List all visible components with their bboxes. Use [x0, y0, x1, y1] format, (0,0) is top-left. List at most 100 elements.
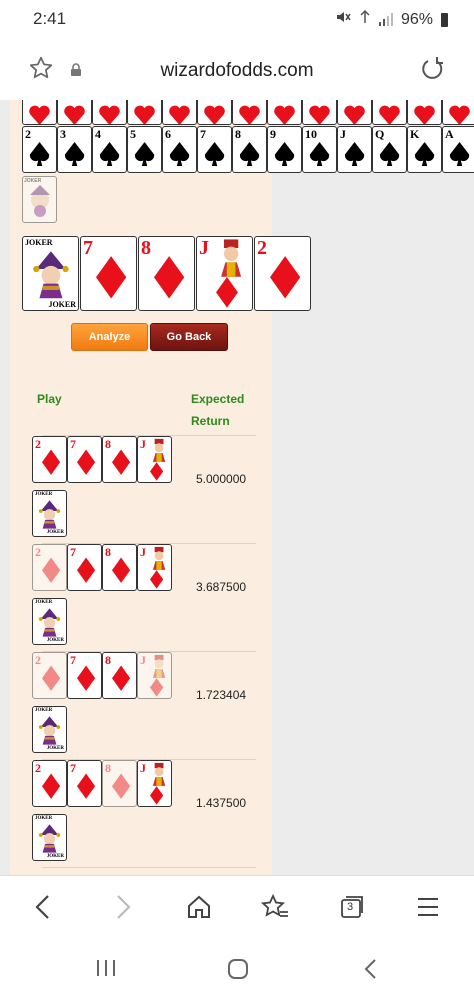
play-card[interactable]: J — [137, 652, 172, 699]
play-card[interactable]: 7 — [67, 544, 102, 591]
deck-card-hearts[interactable] — [267, 100, 302, 125]
play-card[interactable]: 2 — [32, 760, 67, 807]
play-card[interactable]: 7 — [67, 760, 102, 807]
play-card[interactable]: JOKER JOKER — [32, 706, 67, 753]
deck-card-hearts[interactable] — [372, 100, 407, 125]
jack-face-icon — [150, 546, 168, 576]
deck-card-hearts[interactable] — [162, 100, 197, 125]
card-rank: J — [140, 761, 146, 775]
tabs-icon[interactable]: 3 — [338, 893, 366, 926]
heart-icon — [378, 105, 401, 124]
deck-card-spades[interactable]: J — [337, 126, 372, 173]
heart-icon — [238, 105, 261, 124]
spade-icon — [343, 141, 366, 172]
menu-icon[interactable] — [416, 893, 440, 926]
deck-card-hearts[interactable] — [232, 100, 267, 125]
deck-card-spades[interactable]: Q — [372, 126, 407, 173]
spade-icon — [238, 141, 261, 172]
play-card[interactable]: 8 — [102, 436, 137, 483]
spade-icon — [448, 141, 471, 172]
diamond-icon — [112, 554, 131, 590]
spade-icon — [63, 141, 86, 172]
browser-address-bar[interactable]: wizardofodds.com — [0, 40, 474, 100]
play-card[interactable]: JOKER JOKER — [32, 598, 67, 645]
home-icon[interactable] — [185, 893, 213, 926]
deck-card-spades[interactable]: K — [407, 126, 442, 173]
play-card[interactable]: 2 — [32, 652, 67, 699]
play-card[interactable]: J — [137, 544, 172, 591]
card-rank: 8 — [105, 761, 111, 775]
play-card[interactable]: JOKER JOKER — [32, 814, 67, 861]
deck-card-spades[interactable]: 10 — [302, 126, 337, 173]
deck-card-spades[interactable]: 2 — [22, 126, 57, 173]
deck-card-hearts[interactable] — [337, 100, 372, 125]
play-card[interactable]: 2 — [32, 544, 67, 591]
heart-icon — [448, 105, 471, 124]
hand-card[interactable]: J — [196, 236, 253, 311]
jack-face-icon — [216, 238, 246, 283]
hand-card[interactable]: 7 — [80, 236, 137, 311]
status-bar: 2:41 96% — [0, 0, 474, 40]
deck-card-spades[interactable]: 3 — [57, 126, 92, 173]
battery-percent: 96% — [400, 10, 433, 28]
diamond-icon — [42, 770, 61, 806]
card-rank: 7 — [70, 545, 76, 559]
battery-icon — [441, 12, 448, 27]
deck-card-hearts[interactable] — [442, 100, 474, 125]
joker-icon — [37, 822, 62, 859]
url-text[interactable]: wizardofodds.com — [0, 60, 474, 82]
bookmarks-icon[interactable] — [260, 893, 290, 926]
deck-card-hearts[interactable] — [57, 100, 92, 125]
joker-icon — [30, 248, 72, 306]
deck-card-hearts[interactable] — [22, 100, 57, 125]
play-card[interactable]: 8 — [102, 544, 137, 591]
card-rank: 7 — [200, 127, 206, 141]
card-rank: 8 — [105, 653, 111, 667]
go-back-button[interactable]: Go Back — [150, 323, 228, 351]
deck-card-spades[interactable]: A — [442, 126, 474, 173]
play-card[interactable]: 2 — [32, 436, 67, 483]
deck-card-spades[interactable]: 9 — [267, 126, 302, 173]
deck-card-spades[interactable]: 4 — [92, 126, 127, 173]
reload-icon[interactable] — [418, 55, 446, 88]
spade-icon — [98, 141, 121, 172]
play-card[interactable]: JOKER JOKER — [32, 490, 67, 537]
deck-joker-card[interactable]: JOKER — [22, 176, 57, 223]
expected-return-value: 1.437500 — [196, 796, 247, 810]
mute-icon — [335, 9, 351, 30]
play-card[interactable]: 8 — [102, 652, 137, 699]
deck-card-spades[interactable]: 7 — [197, 126, 232, 173]
return-column-header: Return — [191, 414, 230, 428]
diamond-icon — [77, 446, 96, 482]
deck-card-hearts[interactable] — [407, 100, 442, 125]
joker-icon — [37, 606, 62, 643]
hand-card[interactable]: 2 — [254, 236, 311, 311]
deck-card-hearts[interactable] — [302, 100, 337, 125]
hand-card[interactable]: JOKER JOKER — [22, 236, 79, 311]
play-card[interactable]: J — [137, 436, 172, 483]
deck-card-spades[interactable]: 6 — [162, 126, 197, 173]
heart-icon — [308, 105, 331, 124]
system-back-icon[interactable] — [362, 957, 380, 986]
card-rank: 7 — [70, 437, 76, 451]
deck-card-spades[interactable]: 5 — [127, 126, 162, 173]
card-rank: 10 — [305, 127, 317, 141]
hand-card[interactable]: 8 — [138, 236, 195, 311]
analyze-button[interactable]: Analyze — [71, 323, 148, 351]
spade-icon — [308, 141, 331, 172]
deck-card-hearts[interactable] — [92, 100, 127, 125]
home-button-icon[interactable] — [226, 957, 250, 986]
deck-card-hearts[interactable] — [197, 100, 232, 125]
recent-apps-icon[interactable] — [95, 957, 117, 984]
card-rank: Q — [375, 127, 385, 141]
play-card[interactable]: 7 — [67, 436, 102, 483]
card-rank: J — [140, 545, 146, 559]
deck-card-spades[interactable]: 8 — [232, 126, 267, 173]
diamond-icon — [42, 662, 61, 698]
play-card[interactable]: 8 — [102, 760, 137, 807]
play-card[interactable]: J — [137, 760, 172, 807]
forward-icon[interactable] — [112, 893, 134, 926]
deck-card-hearts[interactable] — [127, 100, 162, 125]
back-icon[interactable] — [32, 893, 54, 926]
play-card[interactable]: 7 — [67, 652, 102, 699]
